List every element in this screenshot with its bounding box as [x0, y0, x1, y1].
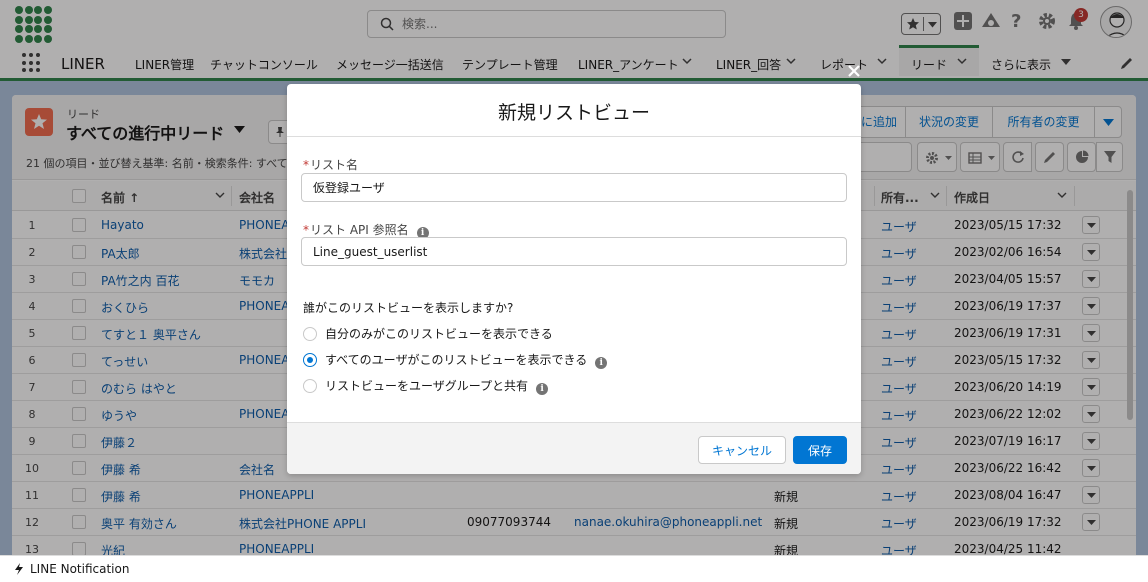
modal-footer: キャンセル 保存: [287, 422, 861, 474]
modal-header: 新規リストビュー: [287, 84, 861, 137]
lightning-icon: [15, 563, 23, 575]
info-icon[interactable]: i: [536, 383, 549, 395]
new-list-view-modal: 新規リストビュー *リスト名 *リスト API 参照名i 誰がこのリストビューを…: [287, 84, 861, 474]
info-icon[interactable]: i: [595, 357, 608, 369]
required-marker: *: [303, 158, 309, 172]
utility-bar: LINE Notification: [0, 555, 1148, 582]
modal-title: 新規リストビュー: [497, 102, 650, 124]
radio-button[interactable]: [303, 327, 317, 341]
list-name-input[interactable]: [301, 173, 847, 202]
save-button[interactable]: 保存: [793, 436, 847, 464]
cancel-button[interactable]: キャンセル: [698, 436, 786, 464]
utility-item-label: LINE Notification: [30, 562, 130, 576]
visibility-question: 誰がこのリストビューを表示しますか?: [303, 301, 514, 315]
list-name-label: *リスト名: [303, 158, 359, 172]
required-marker: *: [303, 223, 309, 237]
radio-button[interactable]: [303, 379, 317, 393]
radio-button-selected[interactable]: [303, 353, 317, 367]
visibility-option-only-me[interactable]: 自分のみがこのリストビューを表示できる: [303, 325, 553, 342]
close-icon[interactable]: [846, 63, 862, 79]
utility-item-line-notification[interactable]: LINE Notification: [14, 562, 129, 576]
visibility-option-share-group[interactable]: リストビューをユーザグループと共有 i: [303, 377, 549, 395]
visibility-option-all-users[interactable]: すべてのユーザがこのリストビューを表示できる i: [303, 351, 608, 369]
api-name-input[interactable]: [301, 237, 847, 266]
